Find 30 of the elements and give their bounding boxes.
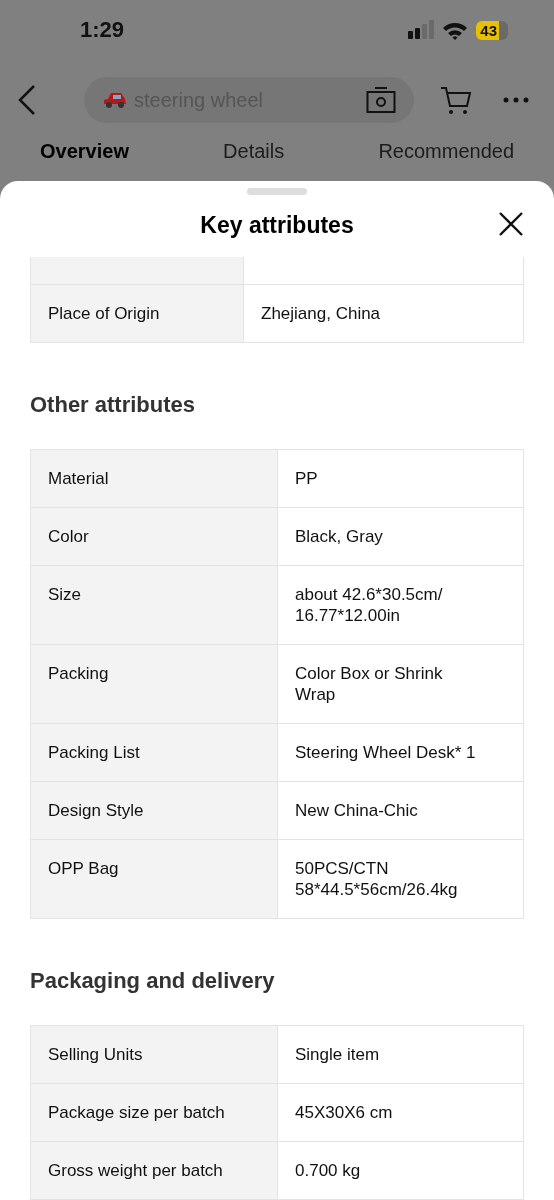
attribute-value: Single item (277, 1025, 524, 1084)
attribute-name: Design Style (30, 781, 278, 840)
attribute-name: Material (30, 449, 278, 508)
attribute-value: Black, Gray (277, 507, 524, 566)
attribute-value: New China-Chic (277, 781, 524, 840)
attribute-name: Gross weight per batch (30, 1141, 278, 1200)
attribute-value: PP (277, 449, 524, 508)
sheet-title: Key attributes (200, 212, 354, 240)
tab[interactable]: Recommended (378, 140, 514, 163)
attribute-value: about 42.6*30.5cm/ 16.77*12.00in (277, 565, 524, 645)
attribute-name: Place of Origin (30, 284, 244, 343)
attribute-name: Packing (30, 644, 278, 724)
attribute-value: 0.700 kg (277, 1141, 524, 1200)
attribute-name: Selling Units (30, 1025, 278, 1084)
attribute-value: 50PCS/CTN 58*44.5*56cm/26.4kg (277, 839, 524, 919)
status-time: 1:29 (80, 17, 125, 43)
tab[interactable]: Details (223, 140, 285, 163)
attribute-name: Color (30, 507, 278, 566)
section-heading: Packaging and delivery (30, 967, 276, 995)
attribute-name: Size (30, 565, 278, 645)
attribute-value: Zhejiang, China (243, 284, 524, 343)
attribute-name: OPP Bag (30, 839, 278, 919)
section-heading: Other attributes (30, 391, 197, 419)
attribute-value: 45X30X6 cm (277, 1083, 524, 1142)
attribute-value: Steering Wheel Desk* 1 (277, 723, 524, 782)
attribute-name: Packing List (30, 723, 278, 782)
tab[interactable]: Overview (40, 140, 129, 163)
battery-level: 43 (476, 20, 508, 40)
attribute-name: Package size per batch (30, 1083, 278, 1142)
attribute-value: Color Box or Shrink Wrap (277, 644, 524, 724)
